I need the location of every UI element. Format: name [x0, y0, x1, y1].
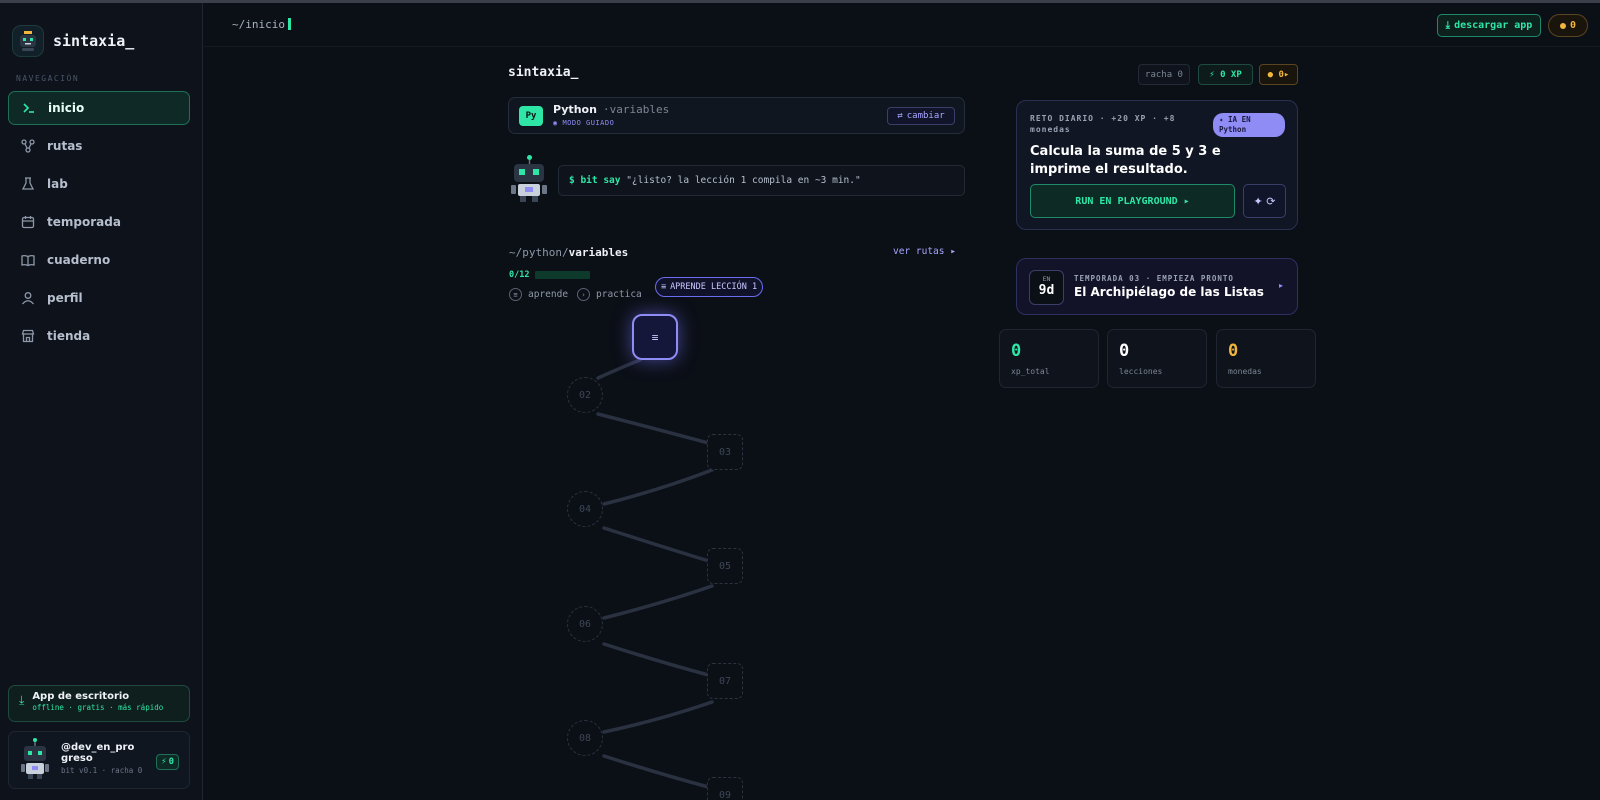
ai-python-badge: ✦ IA EN Python — [1213, 113, 1285, 137]
stat-label: lecciones — [1119, 367, 1163, 376]
season-days-value: 9d — [1038, 283, 1055, 298]
stat-value: 0 — [1228, 341, 1239, 361]
lesson-node-06[interactable]: 06 — [567, 606, 603, 642]
chevron-right-icon: ▸ — [1278, 281, 1283, 290]
daily-challenge-header: RETO DIARIO · +20 XP · +8 monedas — [1030, 114, 1176, 134]
stat-value: 0 — [1011, 341, 1022, 361]
stat-monedas: 0 monedas — [1216, 329, 1316, 388]
stat-label: monedas — [1228, 367, 1262, 376]
lesson-node-07[interactable]: 07 — [707, 663, 743, 699]
daily-challenge-card: RETO DIARIO · +20 XP · +8 monedas ✦ IA E… — [1016, 100, 1298, 230]
lesson-node-02[interactable]: 02 — [567, 377, 603, 413]
stat-lecciones: 0 lecciones — [1107, 329, 1207, 388]
daily-challenge-title: Calcula la suma de 5 y 3 e imprime el re… — [1030, 144, 1221, 177]
lesson-trail — [596, 358, 714, 790]
stat-label: xp_total — [1011, 367, 1050, 376]
lesson-node-01[interactable]: ≡ — [632, 314, 678, 360]
season-en-label: EN — [1042, 275, 1051, 283]
season-card[interactable]: EN 9d TEMPORADA 03 · EMPIEZA PRONTO El A… — [1016, 258, 1298, 315]
stat-xp-total: 0 xp_total — [999, 329, 1099, 388]
stat-value: 0 — [1119, 341, 1130, 361]
lesson-node-04[interactable]: 04 — [567, 491, 603, 527]
season-label: TEMPORADA 03 · EMPIEZA PRONTO — [1074, 274, 1234, 283]
lesson-node-09[interactable]: 09 — [707, 777, 743, 800]
season-countdown: EN 9d — [1029, 270, 1064, 305]
season-title: El Archipiélago de las Listas — [1074, 285, 1264, 299]
lesson-node-03[interactable]: 03 — [707, 434, 743, 470]
lesson-node-08[interactable]: 08 — [567, 720, 603, 756]
regenerate-challenge-button[interactable]: ✦ ⟳ — [1243, 184, 1286, 218]
run-in-playground-button[interactable]: RUN EN PLAYGROUND ▸ — [1030, 184, 1235, 218]
lesson-node-05[interactable]: 05 — [707, 548, 743, 584]
